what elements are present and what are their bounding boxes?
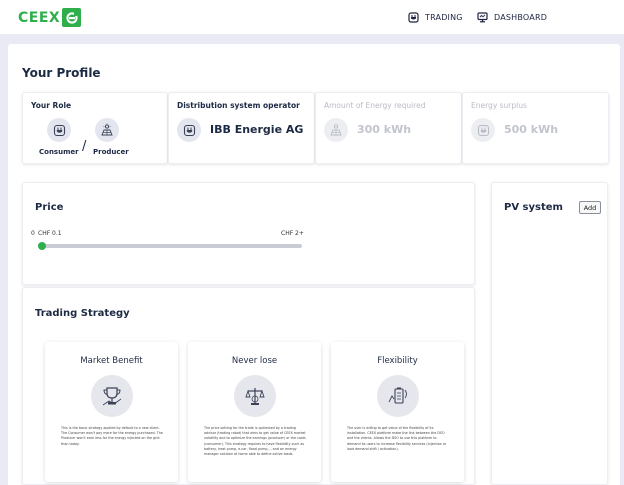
price-start-label: CHF 0.1 <box>38 230 62 237</box>
strategy-title: Market Benefit <box>80 356 143 366</box>
flexibility-icon <box>376 375 419 417</box>
dso-icon-container <box>177 118 201 142</box>
dso-value: IBB Energie AG <box>210 123 304 136</box>
price-card <box>22 182 475 285</box>
consumer-label: Consumer <box>39 148 79 156</box>
strategy-card-never-lose[interactable]: Never lose The price setting for the tra… <box>188 342 321 482</box>
energy-surplus-icon-container <box>471 118 495 142</box>
plug-icon <box>408 12 419 23</box>
strategy-title: Flexibility <box>377 356 418 366</box>
price-slider-thumb[interactable] <box>38 242 46 250</box>
price-min-label: 0 <box>31 230 35 237</box>
energy-required-label: Amount of Energy required <box>324 101 426 110</box>
plug-icon <box>53 124 65 136</box>
pv-system-title: PV system <box>504 202 563 213</box>
plug-icon <box>183 124 195 136</box>
nav-dashboard[interactable]: DASHBOARD <box>477 12 547 23</box>
dso-label: Distribution system operator <box>177 101 300 110</box>
trophy-icon <box>90 375 133 417</box>
nav-trading[interactable]: TRADING <box>408 12 463 23</box>
consumer-role-button[interactable] <box>47 118 71 142</box>
energy-required-value: 300 kWh <box>357 123 412 136</box>
logo[interactable]: CEEX <box>18 8 82 27</box>
logo-mark-icon <box>62 8 82 27</box>
top-bar: CEEX TRADING DASHBOARD <box>0 0 624 34</box>
solar-panel-icon <box>330 123 342 136</box>
add-pv-system-button[interactable]: Add <box>579 201 601 214</box>
plug-icon <box>477 124 489 136</box>
role-separator: / <box>82 139 87 154</box>
energy-surplus-value: 500 kWh <box>504 123 559 136</box>
solar-panel-icon <box>101 123 113 136</box>
price-slider-track[interactable] <box>41 244 302 248</box>
trading-strategy-title: Trading Strategy <box>35 308 130 319</box>
strategy-title: Never lose <box>231 356 278 366</box>
nav-trading-label: TRADING <box>425 13 463 22</box>
price-title: Price <box>35 202 64 213</box>
pv-system-card <box>491 182 608 485</box>
price-end-label: CHF 2+ <box>281 230 304 237</box>
nav-dashboard-label: DASHBOARD <box>494 13 548 22</box>
strategy-description: This is the basic strategy applied by de… <box>61 426 163 446</box>
energy-surplus-label: Energy surplus <box>471 101 527 110</box>
producer-label: Producer <box>93 148 129 156</box>
page-title: Your Profile <box>22 66 101 80</box>
balance-icon <box>233 375 276 417</box>
role-label: Your Role <box>31 101 72 110</box>
monitor-icon <box>477 12 488 23</box>
producer-role-button[interactable] <box>95 118 119 142</box>
strategy-card-flexibility[interactable]: Flexibility The user is willing to get v… <box>331 342 464 482</box>
energy-required-icon-container <box>324 118 348 142</box>
strategy-description: The user is willing to get value of the … <box>347 426 447 451</box>
strategy-description: The price setting for the trade is optim… <box>204 426 306 457</box>
strategy-card-market-benefit[interactable]: Market Benefit This is the basic strateg… <box>45 342 178 482</box>
logo-text: CEEX <box>18 9 61 26</box>
